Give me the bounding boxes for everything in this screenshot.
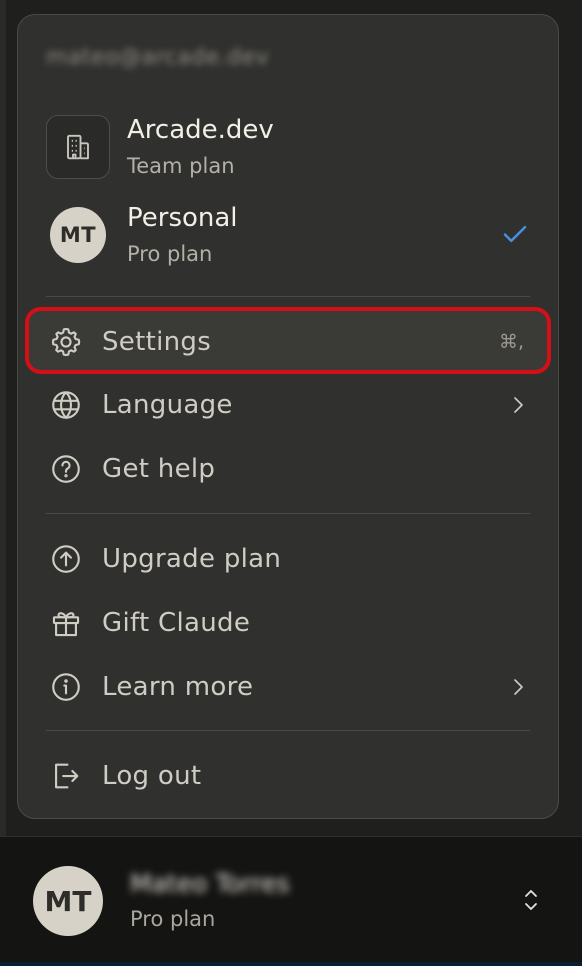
- menu-item-gift-claude[interactable]: Gift Claude: [46, 595, 530, 651]
- logout-icon: [46, 756, 86, 796]
- menu-item-settings[interactable]: Settings ⌘,: [46, 314, 530, 370]
- menu-item-label: Get help: [102, 454, 216, 484]
- menu-item-upgrade-plan[interactable]: Upgrade plan: [46, 531, 530, 587]
- divider: [46, 730, 530, 731]
- menu-item-label: Gift Claude: [102, 608, 251, 638]
- account-plan: Pro plan: [130, 907, 216, 931]
- info-icon: [46, 667, 86, 707]
- gear-icon: [46, 322, 86, 362]
- globe-icon: [46, 385, 86, 425]
- menu-item-learn-more[interactable]: Learn more: [46, 659, 530, 715]
- gift-icon: [46, 603, 86, 643]
- menu-item-label: Log out: [102, 761, 202, 791]
- app-background: mateo@arcade.dev Arcade.dev Team plan MT…: [0, 0, 582, 966]
- avatar: MT: [33, 866, 103, 936]
- org-item-personal[interactable]: MT Personal Pro plan: [46, 195, 530, 275]
- menu-item-get-help[interactable]: Get help: [46, 441, 530, 497]
- divider: [46, 513, 530, 514]
- chevron-up-down-icon: [520, 885, 542, 919]
- menu-item-label: Language: [102, 390, 233, 420]
- checkmark-icon: [500, 219, 530, 253]
- org-name: Arcade.dev: [127, 115, 274, 145]
- org-item-arcade[interactable]: Arcade.dev Team plan: [46, 107, 530, 187]
- menu-item-label: Settings: [102, 327, 212, 357]
- account-menu: mateo@arcade.dev Arcade.dev Team plan MT…: [17, 14, 559, 819]
- divider: [46, 296, 530, 297]
- menu-item-log-out[interactable]: Log out: [46, 748, 530, 804]
- account-name: Mateo Torres: [130, 869, 290, 898]
- building-icon: [46, 115, 110, 179]
- org-plan: Team plan: [127, 154, 235, 178]
- menu-item-language[interactable]: Language: [46, 377, 530, 433]
- help-circle-icon: [46, 449, 86, 489]
- org-plan: Pro plan: [127, 242, 213, 266]
- keyboard-shortcut: ⌘,: [498, 331, 524, 353]
- menu-item-label: Learn more: [102, 672, 254, 702]
- avatar: MT: [50, 207, 106, 263]
- arrow-up-circle-icon: [46, 539, 86, 579]
- account-email: mateo@arcade.dev: [46, 45, 270, 70]
- org-name: Personal: [127, 203, 238, 233]
- chevron-right-icon: [506, 393, 530, 417]
- chevron-right-icon: [506, 675, 530, 699]
- account-switcher[interactable]: MT Mateo Torres Pro plan: [0, 836, 582, 966]
- menu-item-label: Upgrade plan: [102, 544, 282, 574]
